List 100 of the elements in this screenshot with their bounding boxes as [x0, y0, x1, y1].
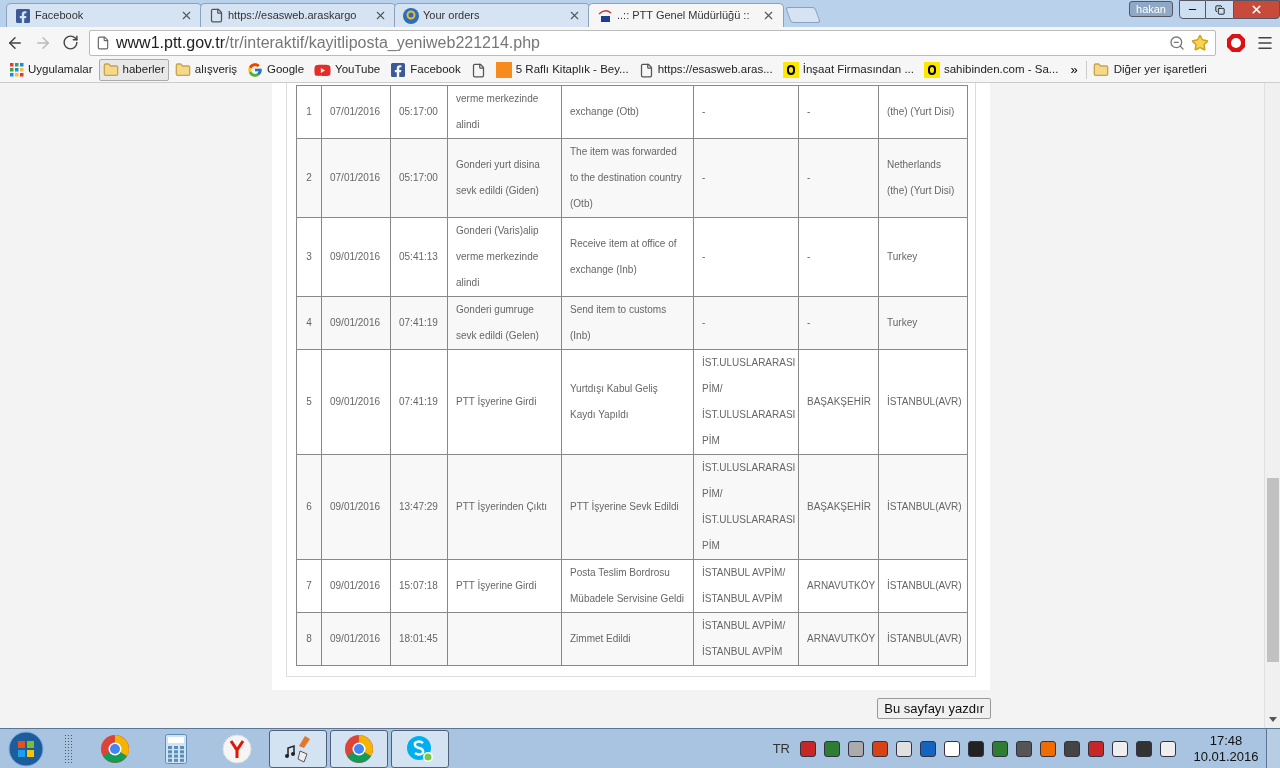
tray-icon[interactable] [824, 740, 840, 757]
taskbar-app[interactable] [269, 729, 327, 768]
bookmark[interactable]: sahibinden.com - Sa... [919, 59, 1063, 81]
table-cell: İSTANBUL(AVR) [878, 454, 968, 560]
table-cell: Gonderi (Varis)alip verme merkezinde alindi [447, 217, 562, 297]
page-icon [209, 8, 224, 23]
bookmark[interactable]: Uygulamalar [6, 59, 97, 81]
scroll-down-icon[interactable] [1268, 717, 1277, 722]
address-field[interactable]: www1.ptt.gov.tr/tr/interaktif/kayitliposta_yeniweb221214.php [89, 29, 1216, 56]
language-indicator[interactable]: TR [772, 738, 790, 759]
bookmark[interactable]: YouTube [310, 59, 385, 81]
table-cell: 09/01/2016 [321, 217, 391, 297]
table-cell: 09/01/2016 [321, 296, 391, 350]
tray-icon[interactable] [968, 740, 984, 757]
minimize-button[interactable] [1179, 0, 1206, 19]
close-icon[interactable] [762, 9, 775, 22]
tray-icon[interactable] [1112, 740, 1128, 757]
restore-icon [1214, 4, 1225, 15]
table-cell: 13:47:29 [390, 454, 448, 560]
table-cell: 07/01/2016 [321, 138, 391, 218]
s-logo-icon [782, 62, 799, 78]
bookmark[interactable]: https://esasweb.aras... [634, 59, 777, 81]
table-cell: verme merkezinde alindi [447, 85, 562, 139]
table-cell: PTT İşyerine Girdi [447, 559, 562, 613]
table-cell: İSTANBUL(AVR) [878, 559, 968, 613]
table-cell: İSTANBUL(AVR) [878, 349, 968, 455]
table-cell: 09/01/2016 [321, 349, 391, 455]
table-cell: 7 [296, 559, 322, 613]
page-icon [470, 62, 486, 78]
tray-icon[interactable] [920, 740, 936, 757]
table-cell: - [693, 138, 799, 218]
table-cell: İST.ULUSLARARASI PİM/ İST.ULUSLARARASI PİM [693, 349, 799, 455]
table-cell: İSTANBUL(AVR) [878, 612, 968, 666]
browser-tab[interactable]: Facebook [6, 3, 202, 27]
table-cell: 8 [296, 612, 322, 666]
table-cell: İSTANBUL AVPİM/ İSTANBUL AVPİM [693, 612, 799, 666]
tray-icon[interactable] [1040, 740, 1056, 757]
table-cell: - [693, 296, 799, 350]
shop-logo-icon [495, 62, 512, 78]
close-button[interactable] [1233, 0, 1280, 19]
bookmark[interactable]: Google [242, 59, 309, 81]
bookmark[interactable]: 5 Raflı Kitaplık - Bey... [491, 59, 633, 81]
table-cell: - [798, 296, 879, 350]
scrollbar[interactable] [1264, 83, 1280, 728]
table-cell: - [693, 85, 799, 139]
table-cell: BAŞAKŞEHİR [798, 349, 879, 455]
tray-icon[interactable] [800, 740, 816, 757]
table-cell: Yurtdışı Kabul Geliş Kaydı Yapıldı [561, 349, 694, 455]
restore-button[interactable] [1206, 0, 1233, 19]
browser-tab[interactable]: https://esasweb.araskargo [200, 3, 396, 27]
table-cell: - [798, 138, 879, 218]
tray-icon[interactable] [944, 740, 960, 757]
reload-icon[interactable] [62, 34, 79, 51]
tray-icon[interactable] [1064, 740, 1080, 757]
table-cell: 09/01/2016 [321, 559, 391, 613]
tray-icon[interactable] [1160, 740, 1176, 757]
post-logo-icon [597, 7, 613, 24]
s-logo-icon [923, 62, 940, 78]
print-button[interactable]: Bu sayfayı yazdır [877, 698, 991, 719]
table-cell: The item was forwarded to the destination country (Otb) [561, 138, 694, 218]
tray-icon[interactable] [1016, 740, 1032, 757]
google-icon [246, 62, 263, 78]
folder-icon [102, 62, 119, 78]
close-icon[interactable] [374, 9, 387, 22]
table-cell: 4 [296, 296, 322, 350]
tray-icon[interactable] [1088, 740, 1104, 757]
browser-tab[interactable]: ..:: PTT Genel Müdürlüğü :: [588, 3, 784, 27]
star-icon[interactable] [1191, 33, 1209, 52]
page-icon [638, 62, 654, 78]
table-cell: 3 [296, 217, 322, 297]
close-icon[interactable] [180, 9, 193, 22]
bookmark[interactable]: alışveriş [170, 59, 241, 81]
bookmark[interactable]: Facebook [386, 59, 465, 81]
taskbar-app[interactable] [330, 729, 388, 768]
tray-icon[interactable] [848, 740, 864, 757]
start-button[interactable] [8, 730, 44, 767]
close-icon[interactable] [568, 9, 581, 22]
scrollbar-thumb[interactable] [1266, 478, 1279, 662]
skype-icon [405, 733, 435, 764]
clock-time: 17:48 [1209, 732, 1243, 749]
table-cell: İSTANBUL AVPİM/ İSTANBUL AVPİM [693, 559, 799, 613]
calculator-icon [165, 733, 187, 764]
browser-icon [344, 733, 374, 764]
browser-tab[interactable]: Your orders [394, 3, 590, 27]
more-bookmarks[interactable]: » [1064, 60, 1084, 80]
table-cell: Gonderi yurt disina sevk edildi (Giden) [447, 138, 562, 218]
table-cell: 07/01/2016 [321, 85, 391, 139]
tray-icon[interactable] [992, 740, 1008, 757]
taskbar-app[interactable] [391, 729, 449, 768]
zoom-out-icon[interactable] [1169, 34, 1185, 51]
table-cell: 07:41:19 [390, 296, 448, 350]
stop-hand-icon[interactable] [1226, 32, 1246, 53]
table-cell: 15:07:18 [390, 559, 448, 613]
tray-icon[interactable] [896, 740, 912, 757]
tray-icon[interactable] [1136, 740, 1152, 757]
show-desktop-button[interactable] [1266, 728, 1280, 768]
tray-icon[interactable] [872, 740, 888, 757]
bookmark[interactable]: İnşaat Firmasından ... [778, 59, 918, 81]
bookmark[interactable]: Diğer yer işaretleri [1088, 59, 1211, 81]
bookmark[interactable]: haberler [98, 59, 169, 81]
